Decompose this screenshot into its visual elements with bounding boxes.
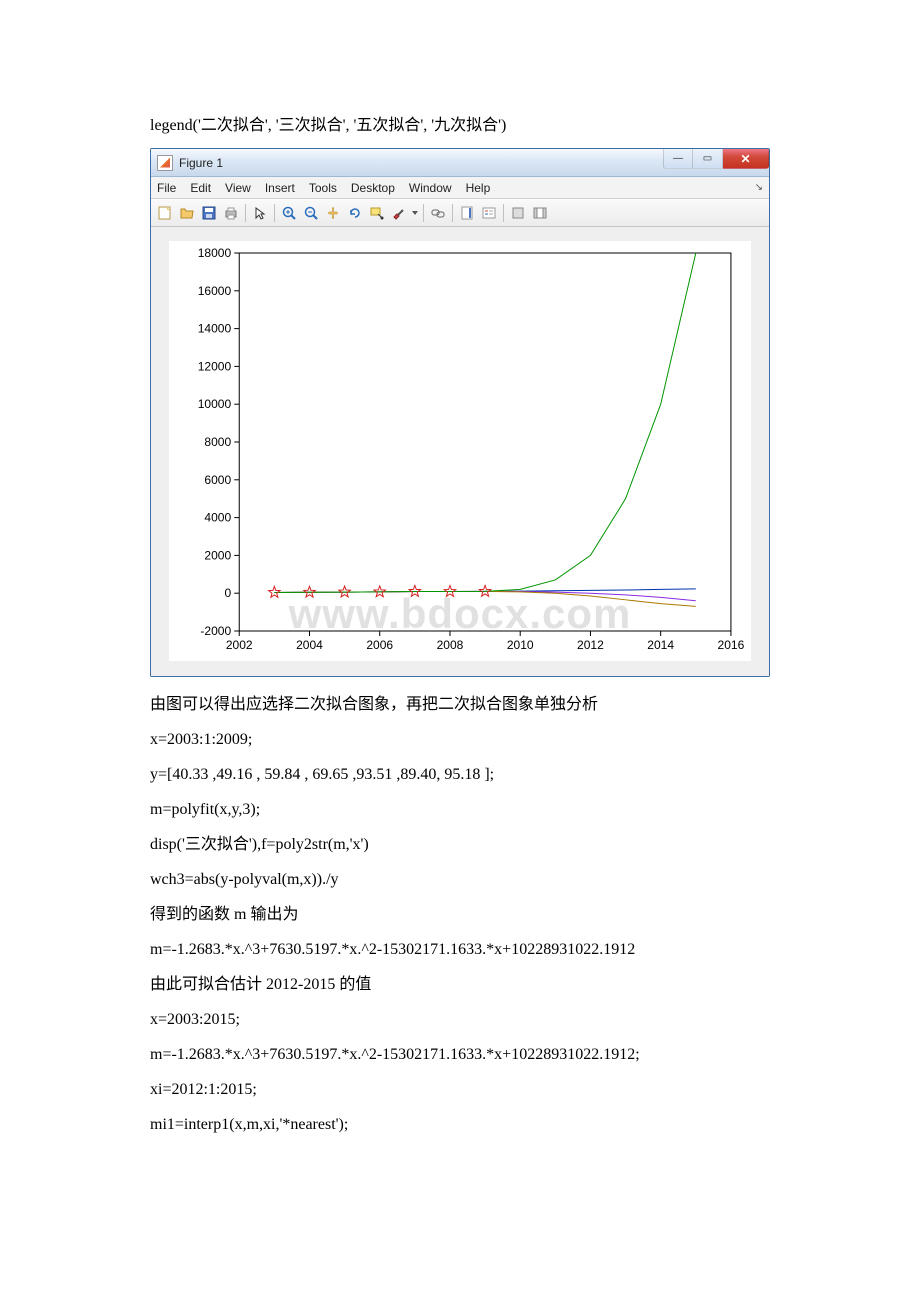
maximize-button[interactable]: ▭ <box>693 149 723 169</box>
save-icon[interactable] <box>199 203 219 223</box>
text-m-output: 得到的函数 m 输出为 <box>150 899 770 931</box>
window-controls: — ▭ ✕ <box>663 149 769 169</box>
minimize-button[interactable]: — <box>663 149 693 169</box>
svg-text:0: 0 <box>225 586 232 600</box>
code-m-poly2: m=-1.2683.*x.^3+7630.5197.*x.^2-15302171… <box>150 1039 770 1071</box>
svg-text:4000: 4000 <box>204 511 231 525</box>
colorbar-icon[interactable] <box>457 203 477 223</box>
print-icon[interactable] <box>221 203 241 223</box>
code-disp: disp('三次拟合'),f=poly2str(m,'x') <box>150 829 770 861</box>
close-button[interactable]: ✕ <box>723 149 769 169</box>
svg-text:2008: 2008 <box>437 638 464 652</box>
menu-file[interactable]: File <box>157 181 176 195</box>
legend-icon[interactable] <box>479 203 499 223</box>
code-x-vec: x=2003:1:2009; <box>150 724 770 756</box>
code-m-poly: m=-1.2683.*x.^3+7630.5197.*x.^2-15302171… <box>150 934 770 966</box>
menu-help[interactable]: Help <box>466 181 491 195</box>
rotate-icon[interactable] <box>345 203 365 223</box>
zoom-in-icon[interactable] <box>279 203 299 223</box>
link-icon[interactable] <box>428 203 448 223</box>
menu-tools[interactable]: Tools <box>309 181 337 195</box>
menu-desktop[interactable]: Desktop <box>351 181 395 195</box>
zoom-out-icon[interactable] <box>301 203 321 223</box>
pan-icon[interactable] <box>323 203 343 223</box>
menu-view[interactable]: View <box>225 181 251 195</box>
code-y-vec: y=[40.33 ,49.16 , 59.84 , 69.65 ,93.51 ,… <box>150 759 770 791</box>
window-title-bar: Figure 1 — ▭ ✕ <box>151 149 769 177</box>
open-icon[interactable] <box>177 203 197 223</box>
chart-axes: -2000 0 2000 4000 6000 8000 10000 12000 14000 160… <box>169 241 751 661</box>
dock-icon[interactable]: ↘ <box>755 182 763 193</box>
code-line-legend: legend('二次拟合', '三次拟合', '五次拟合', '九次拟合') <box>150 110 770 142</box>
code-x-2015: x=2003:2015; <box>150 1004 770 1036</box>
menu-edit[interactable]: Edit <box>190 181 211 195</box>
svg-text:6000: 6000 <box>204 473 231 487</box>
show-tools-icon[interactable] <box>530 203 550 223</box>
text-estimate: 由此可拟合估计 2012-2015 的值 <box>150 969 770 1001</box>
brush-dropdown-icon[interactable] <box>411 203 419 223</box>
svg-text:10000: 10000 <box>198 397 232 411</box>
data-cursor-icon[interactable] <box>367 203 387 223</box>
window-title: Figure 1 <box>179 156 223 170</box>
toolbar <box>151 199 769 227</box>
svg-text:2002: 2002 <box>226 638 253 652</box>
svg-text:2004: 2004 <box>296 638 323 652</box>
menu-insert[interactable]: Insert <box>265 181 295 195</box>
svg-text:2014: 2014 <box>647 638 674 652</box>
pointer-icon[interactable] <box>250 203 270 223</box>
text-analysis: 由图可以得出应选择二次拟合图象，再把二次拟合图象单独分析 <box>150 689 770 721</box>
new-figure-icon[interactable] <box>155 203 175 223</box>
svg-text:2016: 2016 <box>718 638 745 652</box>
brush-icon[interactable] <box>389 203 409 223</box>
matlab-figure-window: Figure 1 — ▭ ✕ File Edit View Insert Too… <box>150 148 770 677</box>
menu-window[interactable]: Window <box>409 181 452 195</box>
matlab-icon <box>157 155 173 171</box>
menu-bar: File Edit View Insert Tools Desktop Wind… <box>151 177 769 199</box>
svg-text:2006: 2006 <box>366 638 393 652</box>
hide-tools-icon[interactable] <box>508 203 528 223</box>
svg-text:2010: 2010 <box>507 638 534 652</box>
plot-area: -2000 0 2000 4000 6000 8000 10000 12000 14000 160… <box>151 227 769 676</box>
svg-text:16000: 16000 <box>198 284 232 298</box>
svg-text:-2000: -2000 <box>200 624 231 638</box>
code-interp1: mi1=interp1(x,m,xi,'*nearest'); <box>150 1109 770 1141</box>
code-polyfit: m=polyfit(x,y,3); <box>150 794 770 826</box>
svg-text:14000: 14000 <box>198 322 232 336</box>
svg-text:2000: 2000 <box>204 548 231 562</box>
svg-text:8000: 8000 <box>204 435 231 449</box>
code-wch3: wch3=abs(y-polyval(m,x))./y <box>150 864 770 896</box>
svg-text:2012: 2012 <box>577 638 604 652</box>
svg-text:18000: 18000 <box>198 246 232 260</box>
code-xi: xi=2012:1:2015; <box>150 1074 770 1106</box>
svg-text:12000: 12000 <box>198 359 232 373</box>
